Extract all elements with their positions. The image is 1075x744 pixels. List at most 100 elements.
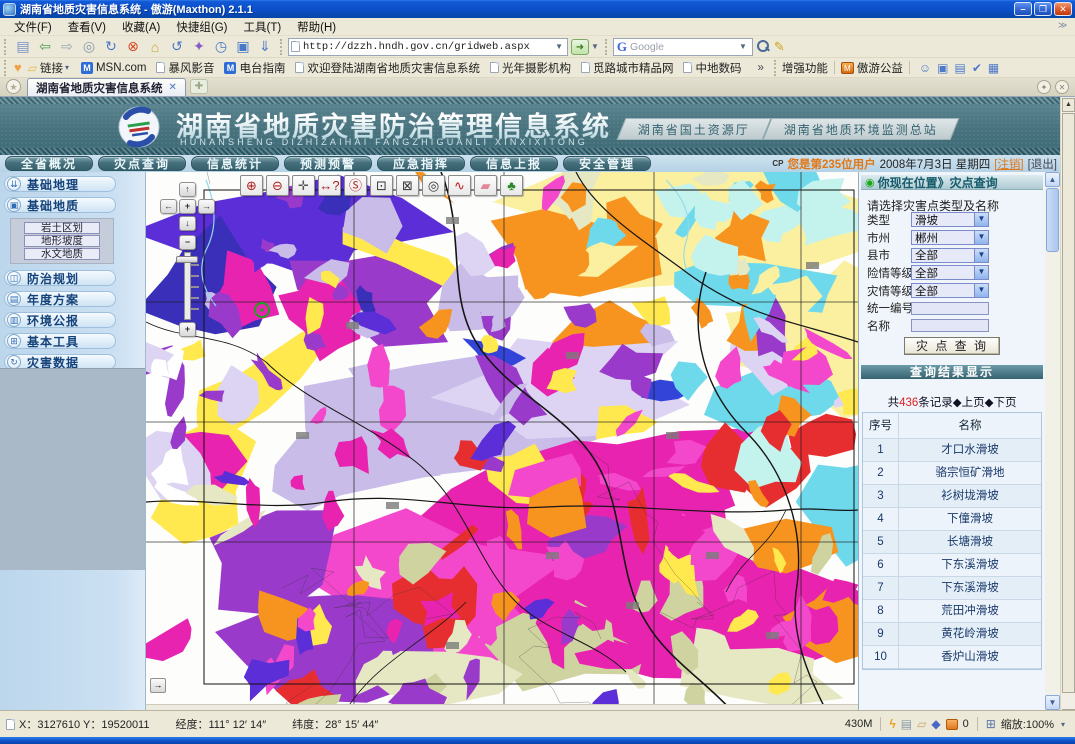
- query-button[interactable]: 灾 点 查 询: [904, 337, 1000, 355]
- refresh-button[interactable]: ↻: [100, 37, 122, 56]
- disaster-name[interactable]: 骆宗恒矿滑地: [899, 462, 1041, 484]
- sidebar-button[interactable]: ◫ 防治规划: [4, 270, 116, 286]
- menu-item[interactable]: 快捷组(G): [168, 18, 235, 36]
- go-button[interactable]: ➜: [571, 39, 589, 55]
- wand-button[interactable]: ✦: [188, 37, 210, 56]
- select-dropdown[interactable]: 滑坡 ▼: [911, 212, 989, 227]
- boost-icon[interactable]: ϟ: [889, 717, 895, 731]
- nav-tab[interactable]: 安全管理: [563, 156, 651, 171]
- sidebar-button[interactable]: ▥ 环境公报: [4, 312, 116, 328]
- measure-tool[interactable]: ↔?: [318, 175, 341, 196]
- toolbar-mini-icon[interactable]: ▦: [988, 61, 999, 75]
- charity-link[interactable]: 傲游公益: [857, 60, 903, 76]
- zoom-slider-handle[interactable]: [176, 256, 198, 263]
- nav-tab[interactable]: 预测预警: [284, 156, 372, 171]
- menu-item[interactable]: 文件(F): [6, 18, 60, 36]
- sidebar-button[interactable]: ▣ 基础地质: [4, 197, 116, 213]
- sidebar-submenu-item[interactable]: 地形坡度: [24, 235, 100, 247]
- prev-page-link[interactable]: ◆上页: [953, 397, 985, 409]
- filter-icon[interactable]: ◆: [931, 717, 940, 731]
- sidebar-submenu-item[interactable]: 岩土区划: [24, 222, 100, 234]
- menu-item[interactable]: 帮助(H): [289, 18, 344, 36]
- table-row[interactable]: 6 下东溪滑坡: [863, 554, 1041, 577]
- go-dropdown-icon[interactable]: ▼: [589, 42, 601, 51]
- toolbar-mini-icon[interactable]: ▤: [954, 61, 965, 75]
- panel-scrollbar[interactable]: ▲ ▼: [1045, 172, 1060, 710]
- toolbar-mini-icon[interactable]: ☺: [919, 61, 931, 75]
- toolbar-grip[interactable]: [4, 60, 8, 76]
- tools-round-button[interactable]: ✦: [1037, 80, 1051, 94]
- address-dropdown-icon[interactable]: ▼: [553, 42, 565, 51]
- logout-link[interactable]: [注销]: [994, 156, 1023, 172]
- link-item[interactable]: M 电台指南: [224, 60, 285, 76]
- minimize-button[interactable]: –: [1014, 2, 1032, 16]
- zoom-level[interactable]: 缩放:100%: [1001, 716, 1054, 732]
- disaster-name[interactable]: 长塘滑坡: [899, 531, 1041, 553]
- highlight-pen-icon[interactable]: ✎: [774, 39, 785, 55]
- chevron-down-icon[interactable]: ▼: [974, 266, 988, 279]
- select-dropdown[interactable]: 全部 ▼: [911, 248, 989, 263]
- table-row[interactable]: 3 衫树垅滑坡: [863, 485, 1041, 508]
- close-button[interactable]: ✕: [1054, 2, 1072, 16]
- geological-map[interactable]: [146, 172, 858, 710]
- toolbar-grip[interactable]: [605, 39, 609, 55]
- page-scrollbar-thumb[interactable]: [1062, 113, 1075, 693]
- text-field[interactable]: [911, 319, 989, 332]
- table-row[interactable]: 1 才口水滑坡: [863, 439, 1041, 462]
- search-box[interactable]: G Google ▼: [613, 38, 753, 56]
- disaster-name[interactable]: 下东溪滑坡: [899, 577, 1041, 599]
- table-row[interactable]: 7 下东溪滑坡: [863, 577, 1041, 600]
- stop-button[interactable]: ⊗: [122, 37, 144, 56]
- home-button[interactable]: ⌂: [144, 37, 166, 56]
- eraser-tool[interactable]: ▰: [474, 175, 497, 196]
- sidebar-submenu-item[interactable]: 水文地质: [24, 248, 100, 260]
- undo-button[interactable]: ↺: [166, 37, 188, 56]
- scale-tool[interactable]: Ⓢ: [344, 175, 367, 196]
- sidebar-button[interactable]: ⇊ 基础地理: [4, 176, 116, 192]
- gov-link-land-resources[interactable]: 湖南省国土资源厅: [618, 119, 770, 139]
- link-item[interactable]: 中地数码: [683, 60, 741, 76]
- link-item[interactable]: 暴风影音: [156, 60, 214, 76]
- nav-tab[interactable]: 信息上报: [470, 156, 558, 171]
- exit-link[interactable]: [退出]: [1028, 156, 1057, 172]
- table-row[interactable]: 8 荒田冲滑坡: [863, 600, 1041, 623]
- chevron-down-icon[interactable]: ▼: [974, 284, 988, 297]
- chevron-down-icon[interactable]: ▼: [974, 249, 988, 262]
- table-row[interactable]: 9 黄花岭滑坡: [863, 623, 1041, 646]
- select-dropdown[interactable]: 郴州 ▼: [911, 230, 989, 245]
- page-scrollbar[interactable]: ▲ ▼: [1060, 97, 1075, 724]
- sidebar-button[interactable]: ▤ 年度方案: [4, 291, 116, 307]
- layer-tree-tool[interactable]: ♣: [500, 175, 523, 196]
- new-page-button[interactable]: ▤: [12, 37, 34, 56]
- toolbar-mini-icon[interactable]: ✔: [972, 61, 982, 75]
- zoom-dropdown-icon[interactable]: ▾: [1059, 720, 1067, 729]
- favorites-star-icon[interactable]: ★: [6, 79, 21, 94]
- menu-item[interactable]: 查看(V): [60, 18, 114, 36]
- link-item[interactable]: M MSN.com: [81, 60, 146, 76]
- next-page-link[interactable]: ◆下页: [985, 397, 1017, 409]
- zoom-out-step-button[interactable]: −: [179, 235, 196, 250]
- link-item[interactable]: 欢迎登陆湖南省地质灾害信息系统: [295, 60, 480, 76]
- menu-item[interactable]: 收藏(A): [114, 18, 168, 36]
- resize-icon[interactable]: ⊞: [986, 717, 996, 731]
- toolbar-grip[interactable]: [774, 60, 778, 76]
- dropdown-button[interactable]: ◎: [78, 37, 100, 56]
- pan-down-button[interactable]: ↓: [179, 216, 196, 231]
- chevron-down-icon[interactable]: ▼: [974, 231, 988, 244]
- zoom-out-tool[interactable]: ⊖: [266, 175, 289, 196]
- pan-tool[interactable]: ✛: [292, 175, 315, 196]
- disaster-name[interactable]: 衫树垅滑坡: [899, 485, 1041, 507]
- links-overflow-icon[interactable]: »: [757, 62, 763, 74]
- forward-button[interactable]: ⇨: [56, 37, 78, 56]
- select-dropdown[interactable]: 全部 ▼: [911, 265, 989, 280]
- table-row[interactable]: 5 长塘滑坡: [863, 531, 1041, 554]
- disaster-name[interactable]: 荒田冲滑坡: [899, 600, 1041, 622]
- nav-tab[interactable]: 全省概况: [5, 156, 93, 171]
- disaster-name[interactable]: 香炉山滑坡: [899, 646, 1041, 668]
- zoom-in-tool[interactable]: ⊕: [240, 175, 263, 196]
- link-item[interactable]: 光年摄影机构: [490, 60, 571, 76]
- history-button[interactable]: ◷: [210, 37, 232, 56]
- close-round-button[interactable]: ✕: [1055, 80, 1069, 94]
- text-field[interactable]: [911, 302, 989, 315]
- path-measure-tool[interactable]: ∿: [448, 175, 471, 196]
